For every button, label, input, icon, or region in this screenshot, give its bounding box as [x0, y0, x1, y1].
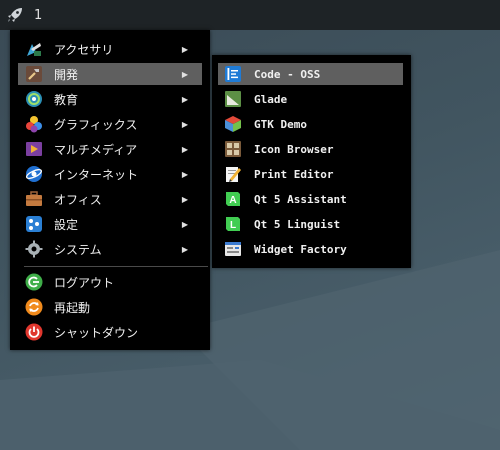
- submenu-arrow-icon: ▶: [181, 169, 188, 179]
- menu-item-accessories[interactable]: アクセサリ ▶: [18, 38, 202, 60]
- menu-item-settings[interactable]: 設定 ▶: [18, 213, 202, 235]
- submenu-arrow-icon: ▶: [181, 194, 188, 204]
- submenu-arrow-icon: ▶: [181, 144, 188, 154]
- gtk-demo-icon: [224, 115, 242, 133]
- glade-icon: [224, 90, 242, 108]
- internet-icon: [24, 164, 44, 184]
- svg-text:L: L: [230, 220, 236, 231]
- submenu-arrow-icon: ▶: [181, 219, 188, 229]
- application-menu: アクセサリ ▶ 開発 ▶ 教育 ▶ グラフィックス ▶ マルチメディア ▶ イン…: [10, 30, 210, 350]
- office-icon: [24, 189, 44, 209]
- menu-item-label: アクセサリ: [54, 42, 114, 57]
- submenu-item-label: Qt 5 Linguist: [254, 217, 341, 231]
- icon-browser-icon: [224, 140, 242, 158]
- menu-item-label: システム: [54, 242, 102, 257]
- submenu-arrow-icon: ▶: [181, 119, 188, 129]
- submenu-arrow-icon: ▶: [181, 94, 188, 104]
- graphics-icon: [24, 114, 44, 134]
- submenu-arrow-icon: ▶: [181, 244, 188, 254]
- education-icon: [24, 89, 44, 109]
- menu-item-reboot[interactable]: 再起動: [18, 296, 202, 318]
- qt-assistant-icon: A: [224, 190, 242, 208]
- submenu-item-glade[interactable]: Glade: [218, 88, 403, 110]
- reboot-icon: [24, 297, 44, 317]
- svg-text:A: A: [229, 195, 236, 206]
- menu-item-label: オフィス: [54, 192, 102, 207]
- menu-item-label: グラフィックス: [54, 117, 138, 132]
- menu-item-label: 再起動: [54, 300, 91, 315]
- menu-item-label: ログアウト: [54, 275, 115, 290]
- menu-item-label: マルチメディア: [54, 142, 138, 157]
- submenu-item-label: GTK Demo: [254, 117, 307, 131]
- menu-separator: [24, 266, 208, 267]
- submenu-item-qt-assistant[interactable]: A Qt 5 Assistant: [218, 188, 403, 210]
- system-icon: [24, 239, 44, 259]
- menu-item-label: 開発: [54, 67, 79, 82]
- print-editor-icon: [224, 165, 242, 183]
- qt-linguist-icon: L: [224, 215, 242, 233]
- submenu-item-code-oss[interactable]: Code - OSS: [218, 63, 403, 85]
- menu-item-graphics[interactable]: グラフィックス ▶: [18, 113, 202, 135]
- menu-item-system[interactable]: システム ▶: [18, 238, 202, 260]
- multimedia-icon: [24, 139, 44, 159]
- menu-item-office[interactable]: オフィス ▶: [18, 188, 202, 210]
- shutdown-icon: [24, 322, 44, 342]
- top-panel: 1: [0, 0, 500, 30]
- menu-item-label: インターネット: [54, 167, 139, 182]
- menu-item-label: シャットダウン: [54, 325, 139, 340]
- submenu-item-icon-browser[interactable]: Icon Browser: [218, 138, 403, 160]
- submenu-arrow-icon: ▶: [181, 44, 188, 54]
- accessories-icon: [24, 39, 44, 59]
- submenu-item-qt-linguist[interactable]: L Qt 5 Linguist: [218, 213, 403, 235]
- menu-item-education[interactable]: 教育 ▶: [18, 88, 202, 110]
- submenu-item-label: Code - OSS: [254, 67, 321, 81]
- menu-item-multimedia[interactable]: マルチメディア ▶: [18, 138, 202, 160]
- settings-icon: [24, 214, 44, 234]
- development-submenu: Code - OSS Glade GTK Demo Icon Browser P…: [212, 55, 411, 268]
- logout-icon: [24, 272, 44, 292]
- launcher-button[interactable]: [0, 0, 30, 30]
- submenu-item-print-editor[interactable]: Print Editor: [218, 163, 403, 185]
- menu-item-logout[interactable]: ログアウト: [18, 271, 202, 293]
- menu-item-label: 設定: [54, 217, 79, 232]
- menu-item-internet[interactable]: インターネット ▶: [18, 163, 202, 185]
- submenu-item-label: Qt 5 Assistant: [254, 192, 347, 206]
- widget-factory-icon: [224, 240, 242, 258]
- submenu-item-gtk-demo[interactable]: GTK Demo: [218, 113, 403, 135]
- submenu-item-label: Widget Factory: [254, 242, 347, 256]
- code-oss-icon: [224, 65, 242, 83]
- menu-item-label: 教育: [54, 92, 79, 107]
- menu-item-shutdown[interactable]: シャットダウン: [18, 321, 202, 343]
- development-icon: [24, 64, 44, 84]
- submenu-arrow-icon: ▶: [181, 69, 188, 79]
- submenu-item-label: Print Editor: [254, 167, 334, 181]
- menu-item-development[interactable]: 開発 ▶: [18, 63, 202, 85]
- submenu-item-label: Icon Browser: [254, 142, 334, 156]
- submenu-item-label: Glade: [254, 92, 288, 106]
- submenu-item-widget-factory[interactable]: Widget Factory: [218, 238, 403, 260]
- workspace-indicator[interactable]: 1: [34, 8, 42, 23]
- rocket-icon: [8, 8, 22, 22]
